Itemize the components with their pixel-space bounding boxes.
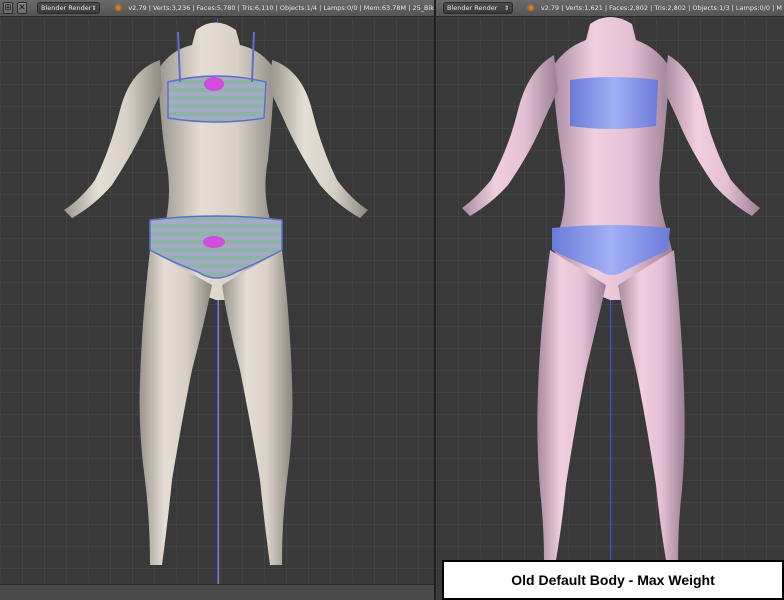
bow-bottom	[203, 236, 225, 248]
render-engine-select[interactable]: Blender Render ⇕	[37, 2, 101, 14]
body-model-left	[64, 22, 368, 565]
viewport-header-left: ⊞ ✕ Blender Render ⇕ ◉ v2.79 | Verts:3,2…	[0, 0, 434, 17]
left-arm	[462, 55, 558, 216]
scene-stats: v2.79 | Verts:1,621 | Faces:2,802 | Tris…	[540, 4, 782, 12]
top-garment	[570, 77, 658, 129]
viewport-footer	[0, 584, 434, 600]
dropdown-arrows-icon: ⇕	[503, 4, 509, 12]
render-engine-select[interactable]: Blender Render ⇕	[443, 2, 513, 14]
caption-label: Old Default Body - Max Weight	[442, 560, 784, 600]
dropdown-arrows-icon: ⇕	[91, 4, 97, 12]
right-leg	[618, 250, 685, 560]
render-engine-label: Blender Render	[41, 4, 92, 12]
body-model-right	[462, 17, 760, 560]
right-arm	[664, 55, 760, 216]
viewport-header-right: Blender Render ⇕ ◉ v2.79 | Verts:1,621 |…	[436, 0, 784, 17]
scene-stats: v2.79 | Verts:3,236 | Faces:5,780 | Tris…	[128, 4, 434, 12]
bow-top	[204, 77, 224, 91]
right-leg	[222, 250, 293, 565]
right-arm	[270, 60, 368, 218]
left-arm	[64, 60, 162, 218]
close-icon[interactable]: ✕	[17, 2, 28, 14]
blender-logo-icon: ◉	[114, 3, 123, 13]
blender-logo-icon: ◉	[527, 3, 535, 13]
left-leg	[139, 250, 212, 565]
viewport-left[interactable]: ⊞ ✕ Blender Render ⇕ ◉ v2.79 | Verts:3,2…	[0, 0, 434, 600]
render-engine-label: Blender Render	[447, 4, 498, 12]
viewport-right[interactable]: Blender Render ⇕ ◉ v2.79 | Verts:1,621 |…	[436, 0, 784, 600]
left-leg	[537, 250, 606, 560]
add-icon[interactable]: ⊞	[3, 2, 14, 14]
